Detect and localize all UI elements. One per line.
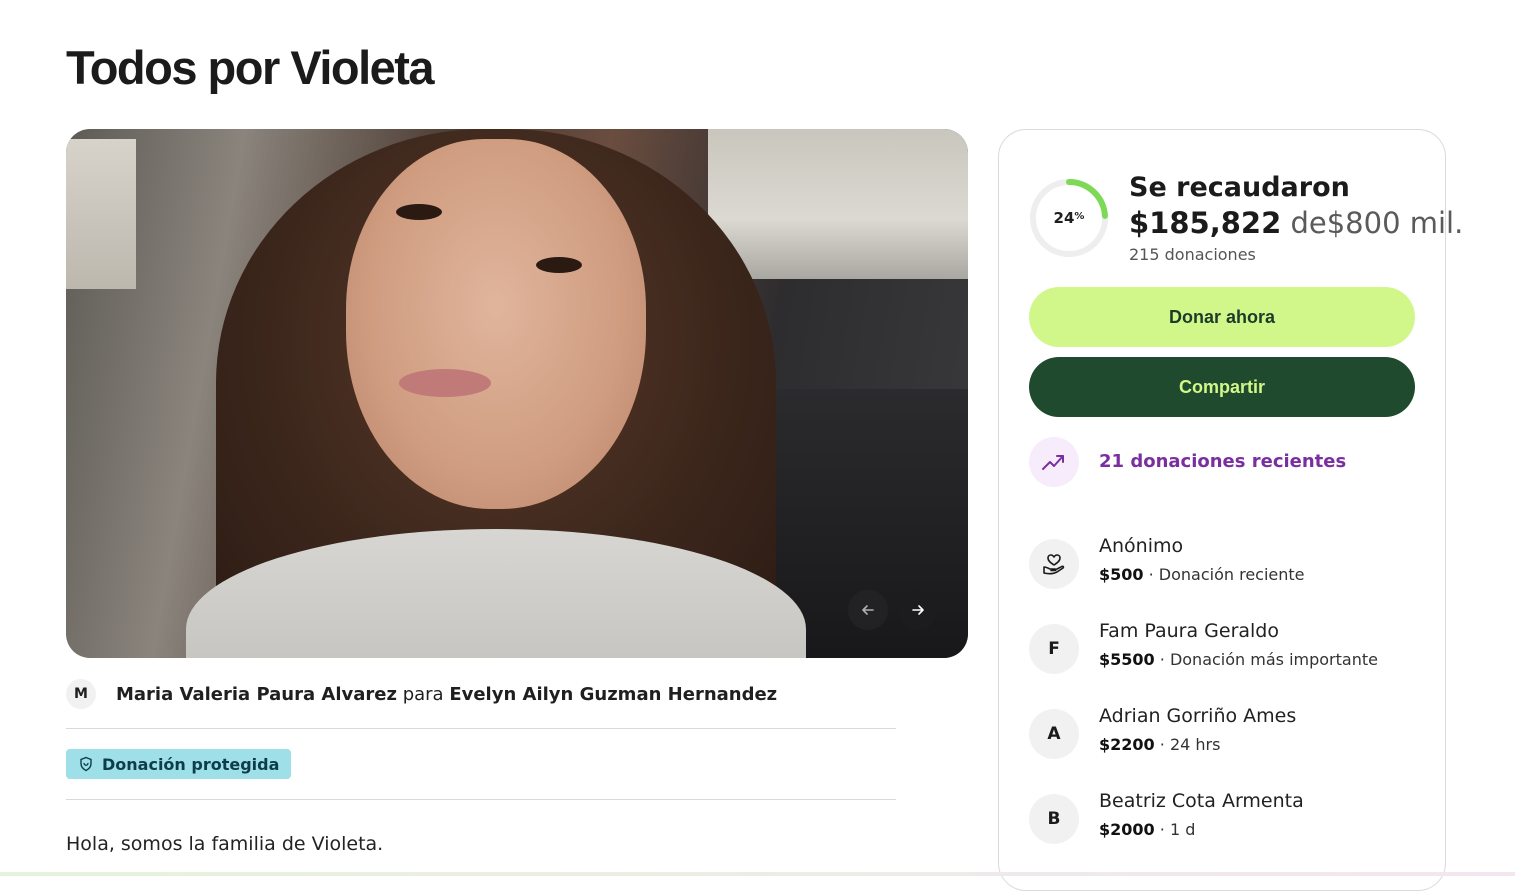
donor-amount: $500 bbox=[1099, 565, 1144, 584]
donor-avatar bbox=[1029, 539, 1079, 589]
arrow-left-icon bbox=[862, 605, 874, 615]
donor-meta: $2000 · 1 d bbox=[1099, 820, 1196, 839]
shield-icon bbox=[80, 756, 92, 772]
divider bbox=[66, 728, 896, 729]
photo-eye bbox=[536, 257, 582, 273]
donor-item: B Beatriz Cota Armenta $2000 · 1 d bbox=[1029, 790, 1429, 854]
hero-photo[interactable] bbox=[66, 129, 968, 658]
protected-donation-badge[interactable]: Donación protegida bbox=[66, 749, 292, 779]
raised-label: Se recaudaron bbox=[1129, 172, 1350, 203]
recent-donations-link[interactable]: 21 donaciones recientes bbox=[1099, 451, 1346, 472]
donor-avatar: F bbox=[1029, 624, 1079, 674]
donor-meta: $500 · Donación reciente bbox=[1099, 565, 1305, 584]
donor-amount: $5500 bbox=[1099, 650, 1155, 669]
donor-name: Fam Paura Geraldo bbox=[1099, 620, 1279, 642]
gallery-prev-button[interactable] bbox=[848, 590, 888, 630]
photo-face bbox=[346, 139, 646, 509]
organizer-name[interactable]: Maria Valeria Paura Alvarez bbox=[116, 684, 397, 705]
car-window-background bbox=[708, 129, 968, 279]
organizer-connector: para bbox=[402, 683, 444, 705]
gallery-next-button[interactable] bbox=[898, 590, 938, 630]
donor-item: F Fam Paura Geraldo $5500 · Donación más… bbox=[1029, 620, 1429, 684]
donor-amount: $2000 bbox=[1099, 820, 1155, 839]
donor-meta: $5500 · Donación más importante bbox=[1099, 650, 1378, 669]
donations-count: 215 donaciones bbox=[1129, 245, 1256, 264]
donor-note: 1 d bbox=[1169, 820, 1196, 839]
donor-avatar: A bbox=[1029, 709, 1079, 759]
donor-meta: $2200 · 24 hrs bbox=[1099, 735, 1221, 754]
donor-name: Anónimo bbox=[1099, 535, 1184, 557]
progress-percent: 24% bbox=[1029, 178, 1109, 258]
organizer-text: Maria Valeria Paura Alvarez para Evelyn … bbox=[116, 684, 777, 705]
raised-amount: $185,822 bbox=[1129, 206, 1282, 240]
trending-up-icon bbox=[1042, 455, 1064, 470]
share-button[interactable]: Compartir bbox=[1029, 357, 1415, 417]
progress-percent-sign: % bbox=[1074, 210, 1085, 222]
bottom-edge bbox=[0, 872, 1515, 876]
donor-amount: $2200 bbox=[1099, 735, 1155, 754]
arrow-right-icon bbox=[912, 605, 924, 615]
progress-percent-number: 24 bbox=[1053, 209, 1075, 227]
photo-lips bbox=[399, 369, 491, 397]
story-first-line: Hola, somos la familia de Violeta. bbox=[66, 833, 384, 855]
photo-eye bbox=[396, 204, 442, 220]
beneficiary-name[interactable]: Evelyn Ailyn Guzman Hernandez bbox=[449, 684, 777, 705]
car-window-left bbox=[66, 139, 136, 289]
divider bbox=[66, 799, 896, 800]
donate-now-button[interactable]: Donar ahora bbox=[1029, 287, 1415, 347]
donor-avatar: B bbox=[1029, 794, 1079, 844]
heart-hand-icon bbox=[1043, 554, 1065, 575]
donor-note: Donación más importante bbox=[1169, 650, 1378, 669]
story-text: Hola, somos la familia de Violeta. bbox=[66, 833, 383, 855]
donor-item: Anónimo $500 · Donación reciente bbox=[1029, 535, 1429, 599]
raised-amount-line: $185,822 de$800 mil. bbox=[1129, 206, 1463, 240]
donor-note: 24 hrs bbox=[1169, 735, 1221, 754]
organizer-line: M Maria Valeria Paura Alvarez para Evely… bbox=[66, 678, 896, 710]
raised-of: de bbox=[1290, 206, 1327, 240]
organizer-avatar[interactable]: M bbox=[66, 679, 96, 709]
protected-donation-label: Donación protegida bbox=[102, 754, 280, 774]
donor-name: Beatriz Cota Armenta bbox=[1099, 790, 1304, 812]
page-title: Todos por Violeta bbox=[66, 41, 435, 94]
recent-donations-icon-wrap[interactable] bbox=[1029, 437, 1079, 487]
donor-item: A Adrian Gorriño Ames $2200 · 24 hrs bbox=[1029, 705, 1429, 769]
goal-amount: $800 mil. bbox=[1326, 206, 1464, 240]
donor-name: Adrian Gorriño Ames bbox=[1099, 705, 1297, 727]
donor-note: Donación reciente bbox=[1158, 565, 1305, 584]
